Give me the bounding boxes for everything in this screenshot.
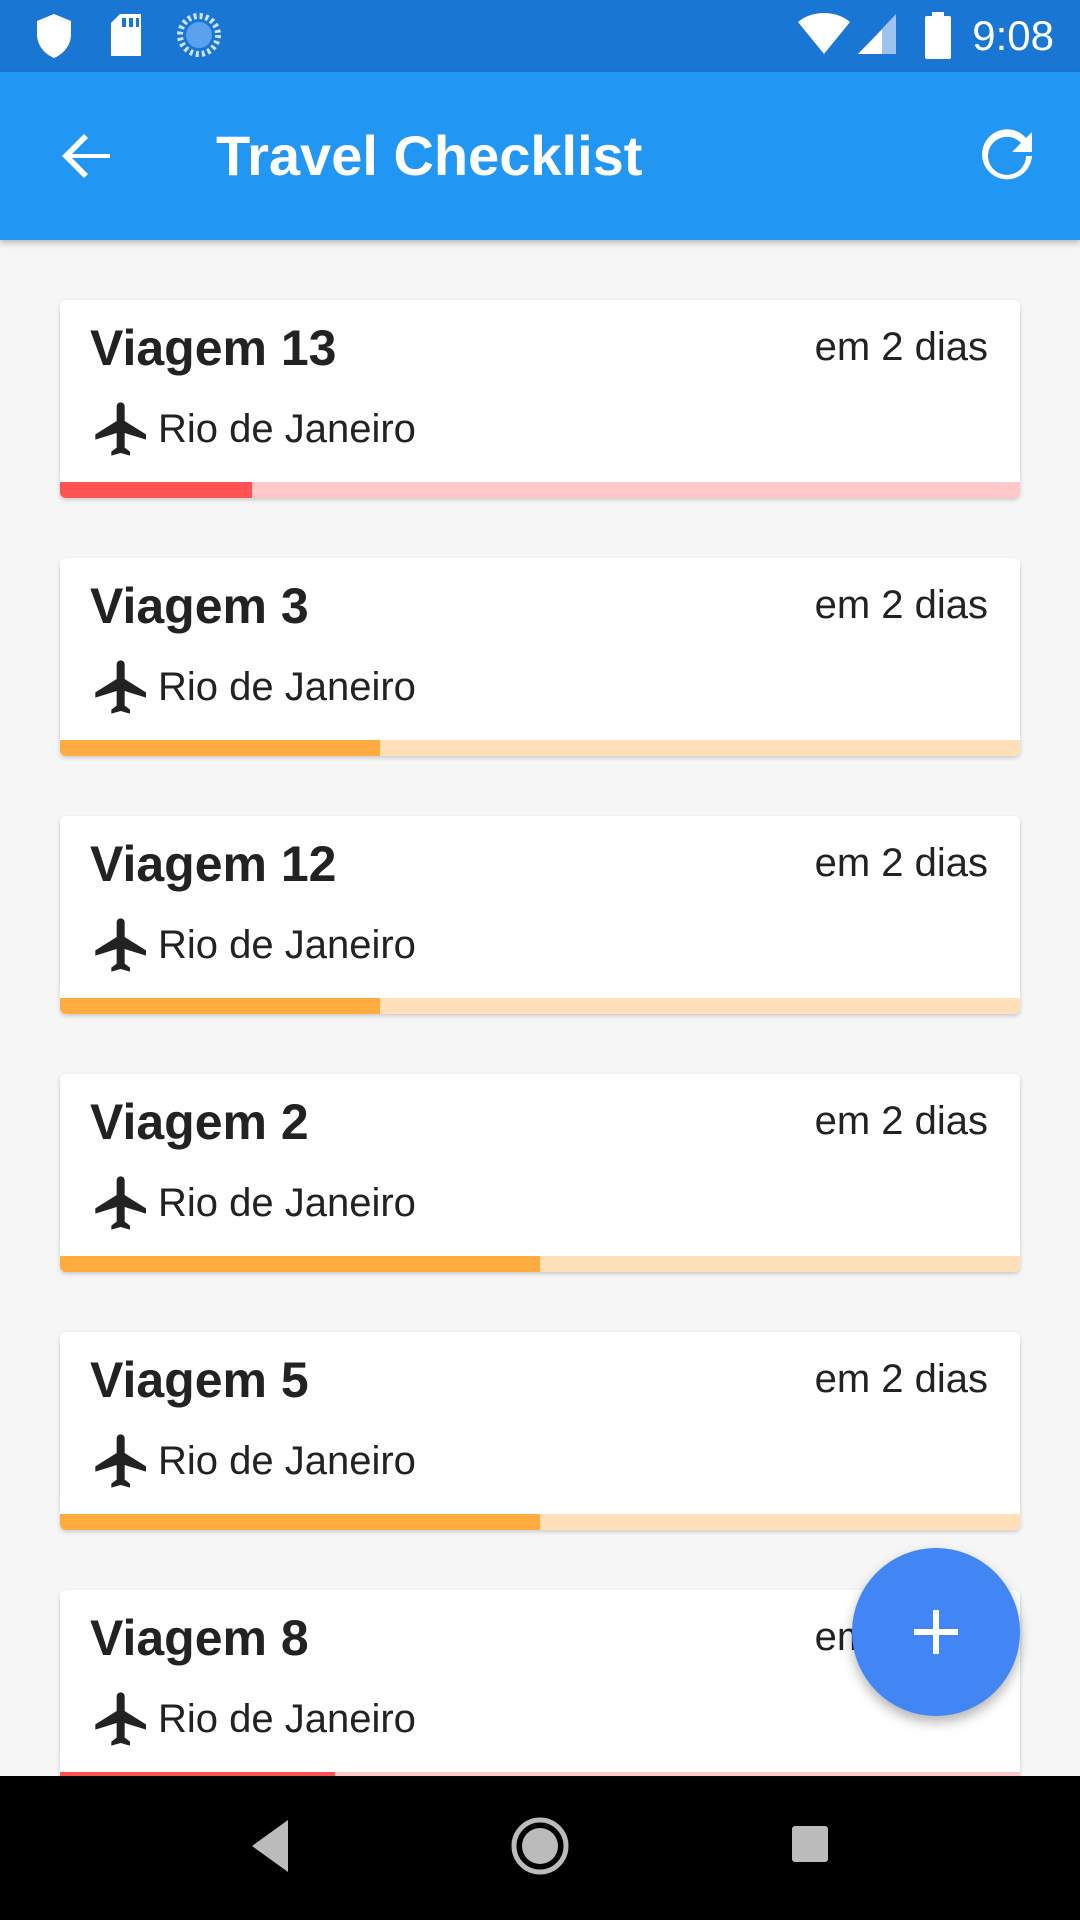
- trip-due-label: em 2 dias: [814, 1357, 988, 1401]
- trip-name: Viagem 8: [90, 1610, 309, 1666]
- shield-icon: [34, 12, 74, 65]
- trip-card[interactable]: Viagem 12 em 2 dias Rio de Janeiro: [60, 816, 1020, 1014]
- progress-fill: [60, 482, 252, 498]
- airplane-icon: [95, 918, 146, 972]
- destination-text: Rio de Janeiro: [158, 664, 416, 709]
- trip-name: Viagem 3: [90, 578, 309, 634]
- trip-card[interactable]: Viagem 5 em 2 dias Rio de Janeiro: [60, 1332, 1020, 1530]
- destination-text: Rio de Janeiro: [158, 1696, 416, 1741]
- arrow-back-icon: [62, 134, 110, 178]
- trip-card[interactable]: Viagem 13 em 2 dias Rio de Janeiro: [60, 300, 1020, 498]
- airplane-icon: [95, 660, 146, 714]
- wifi-icon: [796, 12, 852, 61]
- trip-name: Viagem 12: [90, 836, 337, 892]
- back-button[interactable]: [44, 114, 128, 198]
- refresh-icon: [982, 129, 1032, 180]
- nav-recents-icon[interactable]: [790, 1824, 830, 1869]
- destination-text: Rio de Janeiro: [158, 922, 416, 967]
- trip-destination: Rio de Janeiro: [90, 652, 416, 722]
- progress-bar: [60, 998, 1020, 1014]
- trip-destination: Rio de Janeiro: [90, 1426, 416, 1496]
- trip-destination: Rio de Janeiro: [90, 1684, 416, 1754]
- app-bar: Travel Checklist: [0, 72, 1080, 240]
- nav-back-icon[interactable]: [248, 1816, 292, 1881]
- trip-destination: Rio de Janeiro: [90, 1168, 416, 1238]
- trip-due-label: em 2 dias: [814, 325, 988, 369]
- battery-icon: [924, 12, 952, 65]
- page-title: Travel Checklist: [216, 124, 643, 187]
- trip-destination: Rio de Janeiro: [90, 910, 416, 980]
- destination-text: Rio de Janeiro: [158, 1438, 416, 1483]
- navigation-bar: [0, 1776, 1080, 1920]
- airplane-icon: [95, 1176, 146, 1230]
- status-time: 9:08: [972, 12, 1054, 59]
- trip-name: Viagem 5: [90, 1352, 309, 1408]
- refresh-button[interactable]: [966, 114, 1050, 198]
- progress-bar: [60, 1514, 1020, 1530]
- progress-fill: [60, 740, 380, 756]
- trip-name: Viagem 13: [90, 320, 337, 376]
- trip-destination: Rio de Janeiro: [90, 394, 416, 464]
- trip-card[interactable]: Viagem 2 em 2 dias Rio de Janeiro: [60, 1074, 1020, 1272]
- add-trip-button[interactable]: [852, 1548, 1020, 1716]
- plus-icon: [914, 1610, 958, 1654]
- destination-text: Rio de Janeiro: [158, 406, 416, 451]
- airplane-icon: [95, 1434, 146, 1488]
- trip-name: Viagem 2: [90, 1094, 309, 1150]
- nav-home-icon[interactable]: [510, 1816, 570, 1881]
- loading-icon: [176, 12, 222, 63]
- progress-fill: [60, 1256, 540, 1272]
- trip-due-label: em 2 dias: [814, 841, 988, 885]
- trip-list[interactable]: Viagem 13 em 2 dias Rio de Janeiro Viage…: [0, 240, 1080, 1776]
- sd-card-icon: [108, 12, 144, 63]
- trip-card[interactable]: Viagem 3 em 2 dias Rio de Janeiro: [60, 558, 1020, 756]
- progress-bar: [60, 1256, 1020, 1272]
- progress-fill: [60, 1514, 540, 1530]
- trip-due-label: em 2 dias: [814, 1099, 988, 1143]
- signal-icon: [856, 12, 898, 61]
- progress-bar: [60, 740, 1020, 756]
- destination-text: Rio de Janeiro: [158, 1180, 416, 1225]
- screen: 9:08 Travel Checklist Viagem 13 em 2 dia…: [0, 0, 1080, 1920]
- trip-due-label: em 2 dias: [814, 583, 988, 627]
- progress-fill: [60, 998, 380, 1014]
- status-bar: 9:08: [0, 0, 1080, 72]
- airplane-icon: [95, 402, 146, 456]
- progress-bar: [60, 482, 1020, 498]
- airplane-icon: [95, 1692, 146, 1746]
